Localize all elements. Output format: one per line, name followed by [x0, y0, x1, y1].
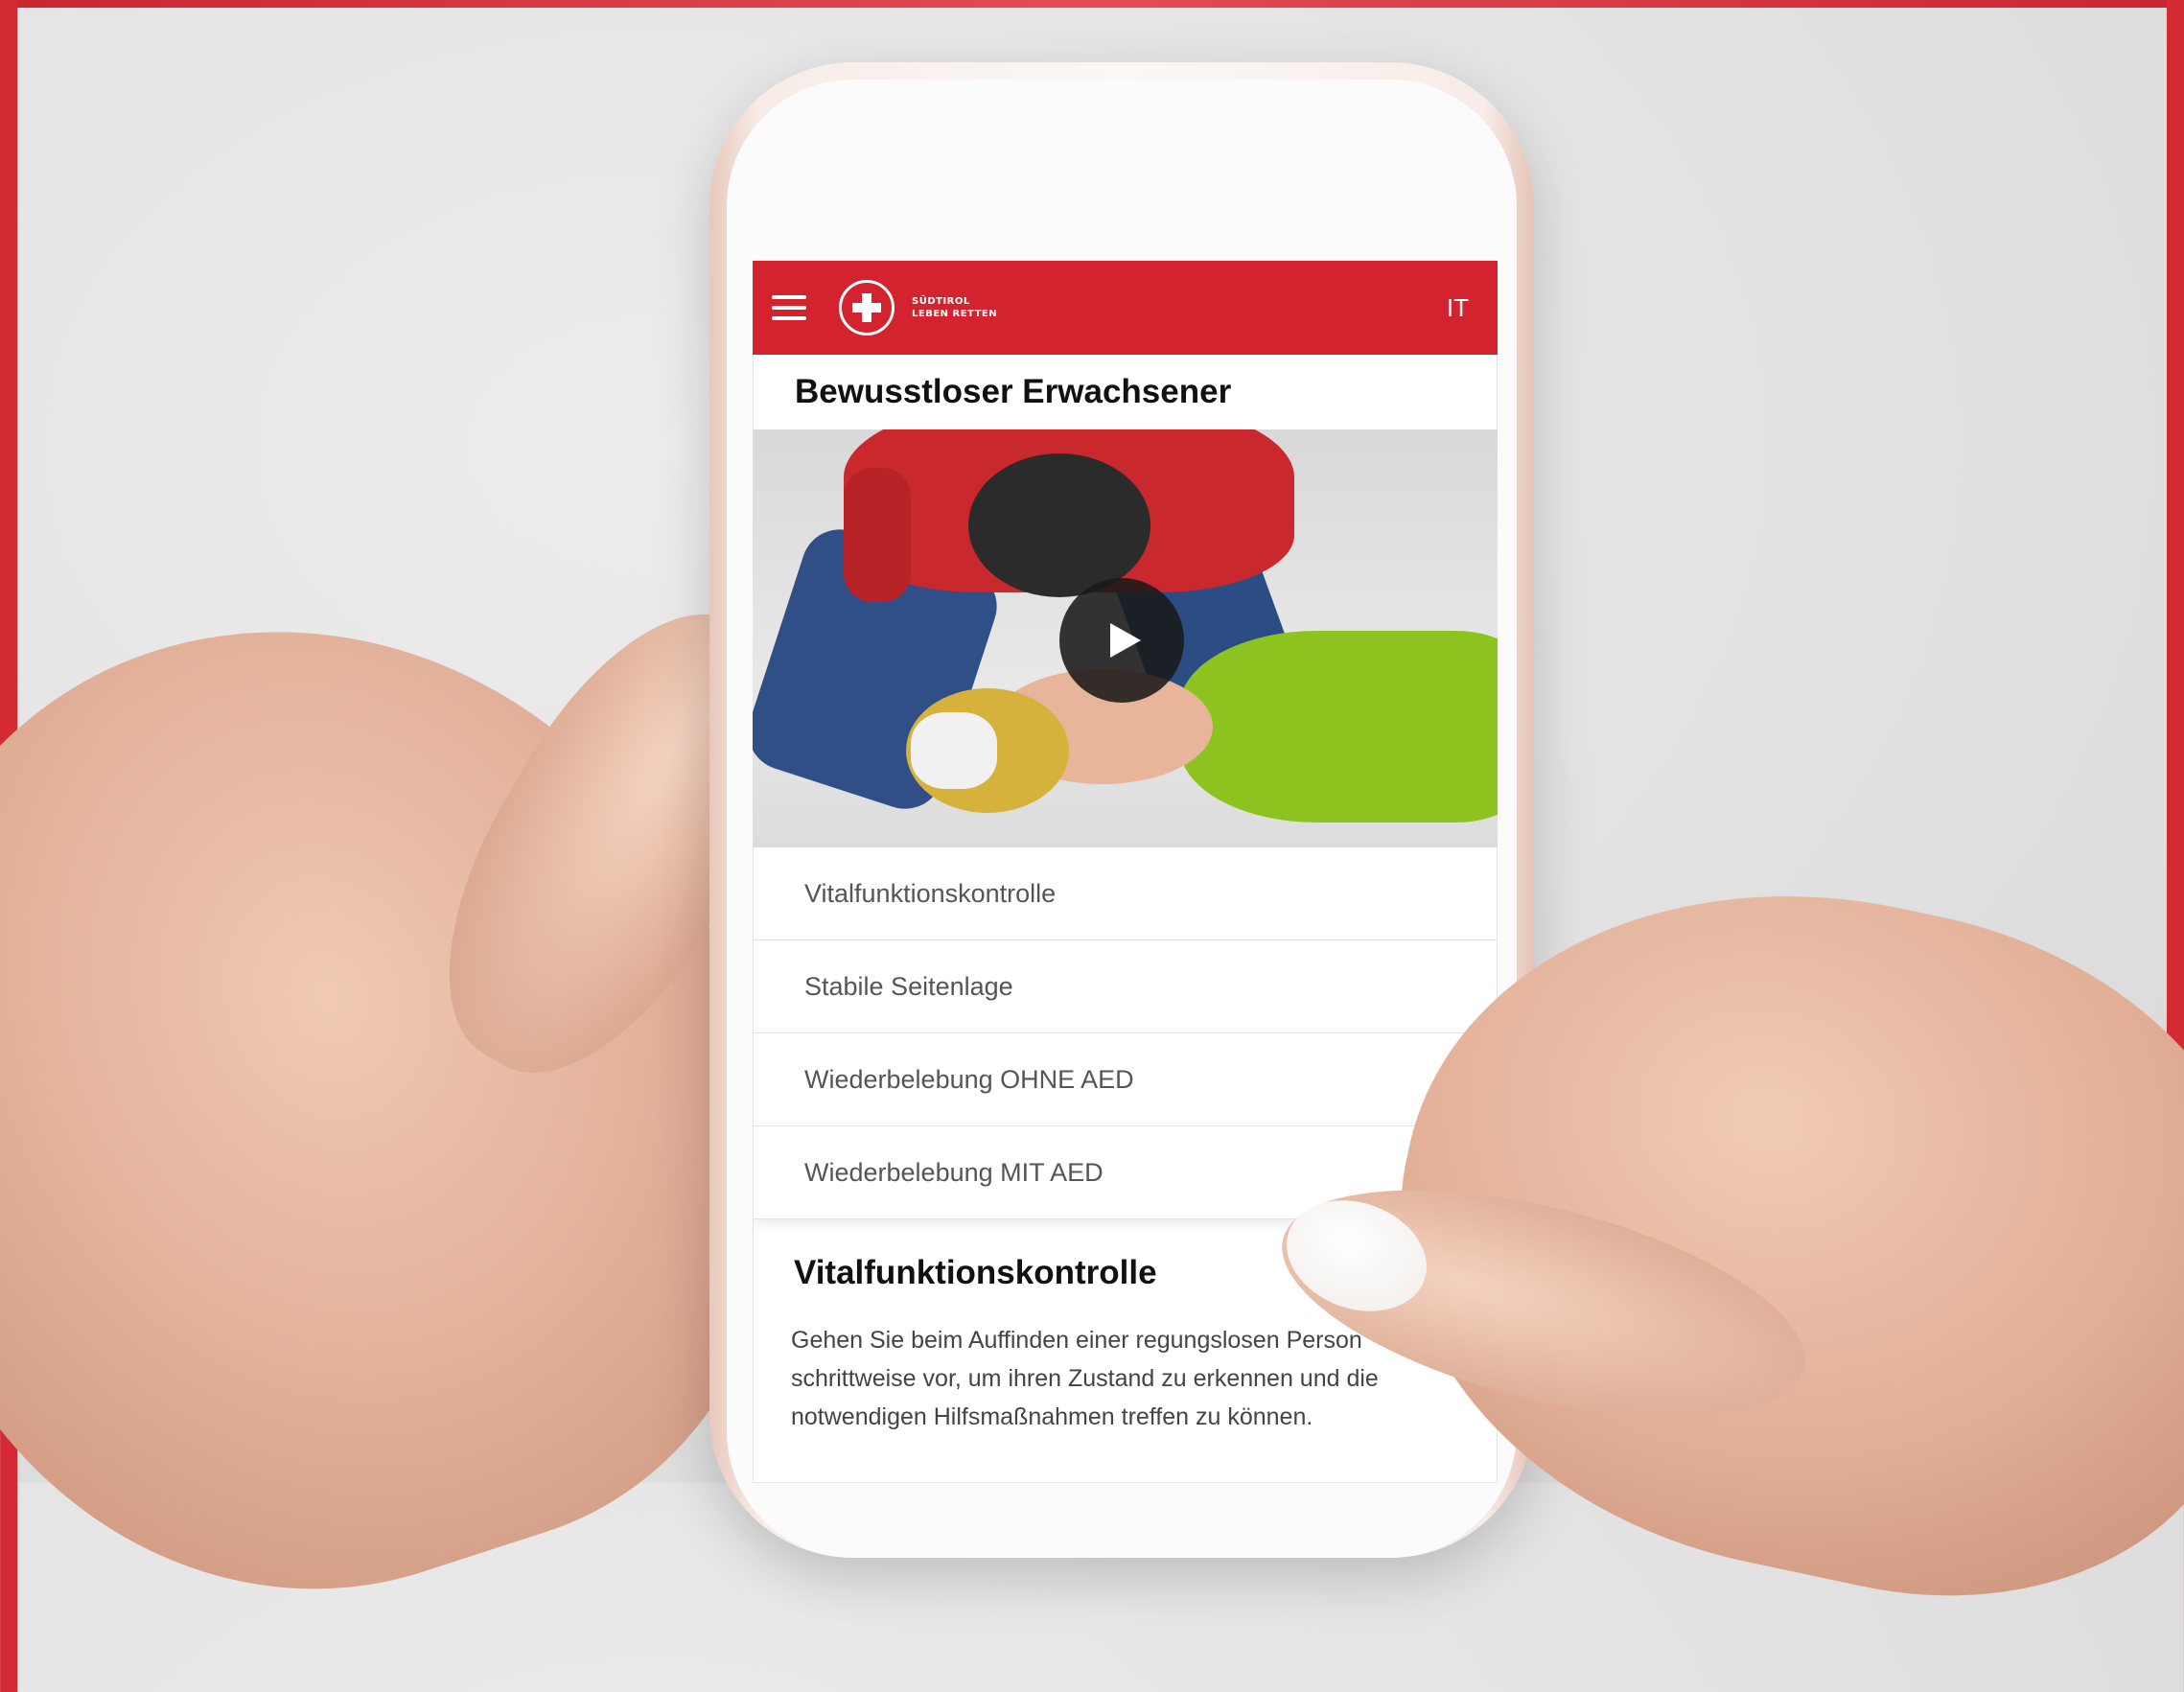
rescuer-head-illustration: [968, 453, 1150, 597]
page-title: Bewusstloser Erwachsener: [753, 355, 1498, 429]
video-player[interactable]: [753, 429, 1498, 847]
brand-line-2: LEBEN RETTEN: [912, 309, 998, 319]
rescuer-glove-illustration: [911, 712, 997, 789]
rescuer-arm-illustration: [844, 468, 911, 602]
section-text: Gehen Sie beim Auffinden einer regungslo…: [791, 1327, 1379, 1430]
play-icon: [1110, 623, 1141, 658]
red-cross-logo-icon[interactable]: [839, 280, 895, 336]
topic-menu: Vitalfunktionskontrolle Stabile Seitenla…: [753, 847, 1498, 1219]
top-red-frame: [0, 0, 2184, 8]
patient-body-illustration: [1179, 631, 1498, 823]
menu-item-stabile-seitenlage[interactable]: Stabile Seitenlage: [753, 940, 1498, 1033]
menu-item-vitalfunktionskontrolle[interactable]: Vitalfunktionskontrolle: [753, 847, 1498, 940]
brand-text: SÜDTIROL LEBEN RETTEN: [912, 295, 997, 320]
menu-item-wiederbelebung-ohne-aed[interactable]: Wiederbelebung OHNE AED: [753, 1033, 1498, 1126]
play-button[interactable]: [1059, 578, 1184, 703]
language-switch[interactable]: IT: [1447, 293, 1469, 323]
app-header: SÜDTIROL LEBEN RETTEN IT: [753, 261, 1498, 355]
hamburger-icon[interactable]: [772, 295, 806, 320]
brand-line-1: SÜDTIROL: [912, 296, 970, 307]
